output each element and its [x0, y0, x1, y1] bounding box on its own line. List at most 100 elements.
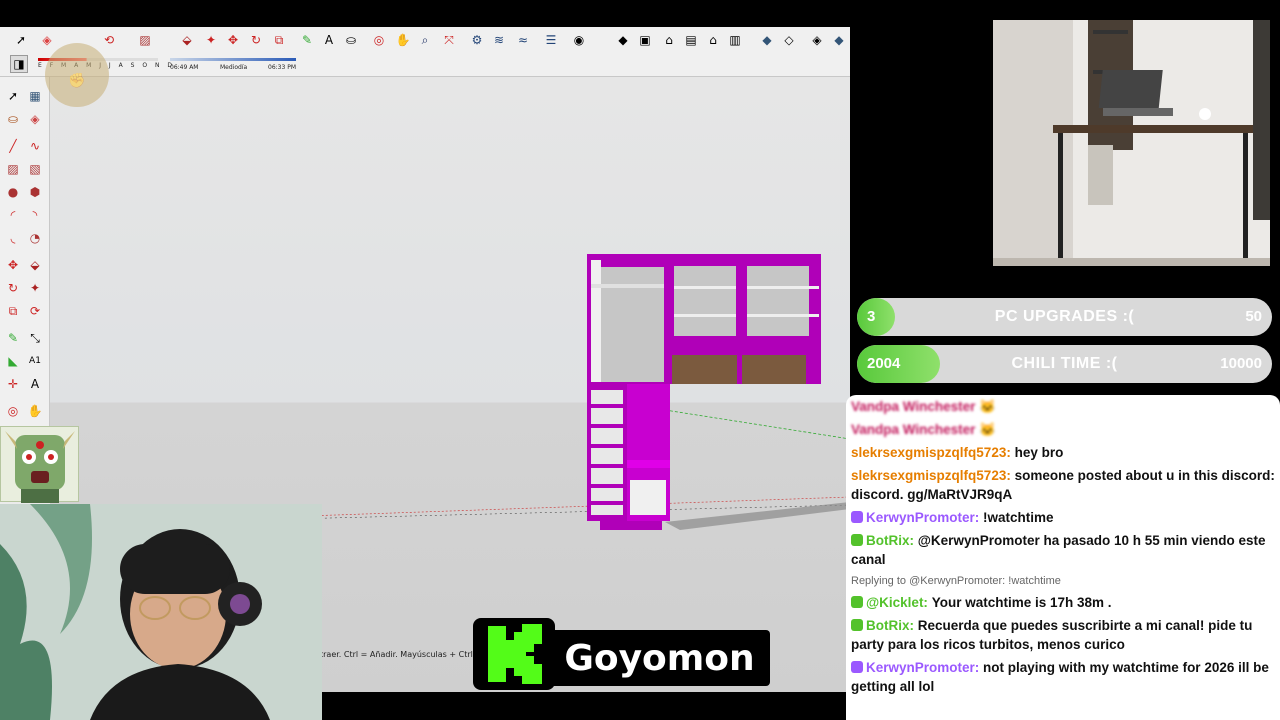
kick-logo-icon	[473, 618, 555, 690]
top-view-icon[interactable]: ▣	[636, 31, 654, 49]
right-shelves	[747, 266, 809, 336]
scale-side-icon[interactable]: ⧉	[4, 302, 22, 320]
shelf-line	[674, 314, 736, 317]
streamer-name: Goyomon	[564, 637, 755, 679]
left-view-icon[interactable]: ▥	[726, 31, 744, 49]
rotated-rect-icon[interactable]: ▧	[26, 160, 44, 178]
chat-username[interactable]: slekrsexgmispzqlfq5723:	[851, 445, 1011, 460]
front-view-icon[interactable]: ⌂	[660, 31, 678, 49]
polygon-icon[interactable]: ⬢	[26, 183, 44, 201]
text-icon[interactable]: A	[320, 31, 338, 49]
push-pull-icon[interactable]: ⬙	[178, 31, 196, 49]
back-view-icon[interactable]: ⌂	[704, 31, 722, 49]
mascot-avatar	[0, 426, 79, 503]
rotate-icon[interactable]: ↻	[247, 31, 265, 49]
chat-username[interactable]: BotRix:	[866, 533, 914, 548]
right-view-icon[interactable]: ▤	[682, 31, 700, 49]
pie-icon[interactable]: ◔	[26, 229, 44, 247]
chat-message: KerwynPromoter: !watchtime	[851, 508, 1275, 527]
left-toolbar: ➚ ▦ ⛀ ◈ ╱ ∿ ▨ ▧ ● ⬢ ◜ ◝ ◟ ◔ ✥ ⬙ ↻ ✦ ⧉ ⟳ …	[0, 77, 50, 452]
streamer-webcam	[0, 504, 322, 720]
model-shadow	[665, 502, 850, 530]
iso-view-icon[interactable]: ◆	[614, 31, 632, 49]
green-monster-icon	[5, 431, 75, 503]
arc3-icon[interactable]: ◟	[4, 229, 22, 247]
move-icon[interactable]: ✥	[224, 31, 242, 49]
paint-icon[interactable]: ⛀	[4, 110, 22, 128]
shaded-icon[interactable]: ◆	[830, 31, 848, 49]
follow-me-icon[interactable]: ✦	[202, 31, 220, 49]
pushpull-side-icon[interactable]: ⬙	[26, 256, 44, 274]
time-slider[interactable]	[170, 58, 296, 61]
chat-message: BotRix: @KerwynPromoter ha pasado 10 h 5…	[851, 531, 1275, 569]
shelf-line	[747, 314, 819, 317]
followme-side-icon[interactable]: ✦	[26, 279, 44, 297]
rectangle-icon[interactable]: ▨	[136, 31, 154, 49]
rect-icon[interactable]: ▨	[4, 160, 22, 178]
chat-username[interactable]: KerwynPromoter:	[866, 660, 979, 675]
components-icon[interactable]: ⚙	[468, 31, 486, 49]
team-logo: ✊	[45, 43, 109, 107]
rack-divider	[591, 444, 623, 448]
offset-icon[interactable]: ⟳	[26, 302, 44, 320]
rotate-side-icon[interactable]: ↻	[4, 279, 22, 297]
stream-screen: ➚ ◈ ⟲ ▨ ⬙ ✦ ✥ ↻ ⧉ ✎ A ⛀ ◎ ✋ ⌕ ⤧ ⚙ ≋ ≈ ☰ …	[0, 0, 1280, 720]
chat-username[interactable]: BotRix:	[866, 618, 914, 633]
chat-username[interactable]: @Kicklet:	[866, 595, 928, 610]
move-side-icon[interactable]: ✥	[4, 256, 22, 274]
pan-side-icon[interactable]: ✋	[26, 402, 44, 420]
materials-icon[interactable]: ≋	[490, 31, 508, 49]
text-side-icon[interactable]: A1	[26, 352, 44, 370]
select-icon[interactable]: ➚	[4, 87, 22, 105]
orbit-side-icon[interactable]: ◎	[4, 402, 22, 420]
wireframe-icon[interactable]: ◇	[780, 31, 798, 49]
user-badge-icon	[851, 619, 863, 631]
green-axis	[664, 409, 850, 440]
geo-location-icon[interactable]: ◉	[570, 31, 588, 49]
hidden-line-icon[interactable]: ◈	[808, 31, 826, 49]
circle-icon[interactable]: ●	[4, 183, 22, 201]
arc2-icon[interactable]: ◝	[26, 206, 44, 224]
freehand-icon[interactable]: ∿	[26, 137, 44, 155]
time-end-label: 06:33 PM	[268, 64, 296, 71]
shoe-rack-inner	[591, 390, 623, 515]
scale-icon[interactable]: ⧉	[270, 31, 288, 49]
zoom-extents-icon[interactable]: ⤧	[440, 31, 458, 49]
line-icon[interactable]: ╱	[4, 137, 22, 155]
chat-username[interactable]: slekrsexgmispzqlfq5723:	[851, 468, 1011, 483]
time-start-label: 06:49 AM	[170, 64, 199, 71]
layers-icon[interactable]: ☰	[542, 31, 560, 49]
rack-divider	[591, 404, 623, 408]
user-badge-icon	[851, 534, 863, 546]
xray-icon[interactable]: ◆	[758, 31, 776, 49]
select-tool-icon[interactable]: ➚	[12, 31, 30, 49]
tape-side-icon[interactable]: ✎	[4, 329, 22, 347]
zoom-icon[interactable]: ⌕	[416, 31, 434, 49]
kick-k-icon	[488, 624, 542, 684]
user-badge-icon	[851, 661, 863, 673]
dimension-icon[interactable]: ⤡	[26, 329, 44, 347]
chat-message: BotRix: Recuerda que puedes suscribirte …	[851, 616, 1275, 654]
orbit-icon[interactable]: ◎	[370, 31, 388, 49]
styles-icon[interactable]: ≈	[514, 31, 532, 49]
protractor-icon[interactable]: ◣	[4, 352, 22, 370]
streamer-name-box: Goyomon	[549, 630, 770, 686]
3d-text-icon[interactable]: A	[26, 375, 44, 393]
goal-target-value: 50	[1245, 308, 1262, 325]
chat-panel: Vandpa Winchester 🐱 Vandpa Winchester 🐱 …	[846, 395, 1280, 720]
axes-icon[interactable]: ✛	[4, 375, 22, 393]
pan-icon[interactable]: ✋	[394, 31, 412, 49]
kick-name-banner: Goyomon	[473, 618, 770, 690]
eraser-tool-icon[interactable]: ◨	[10, 55, 28, 73]
chat-username[interactable]: KerwynPromoter:	[866, 510, 979, 525]
goal-title: PC UPGRADES :(	[994, 308, 1135, 325]
time-mid-label: Mediodía	[220, 64, 248, 71]
rack-divider	[591, 501, 623, 505]
mid-shelves	[674, 266, 736, 336]
shelf-line	[747, 286, 819, 289]
chat-message: @Kicklet: Your watchtime is 17h 38m .	[851, 593, 1275, 612]
arc-side-icon[interactable]: ◜	[4, 206, 22, 224]
paint-bucket-icon[interactable]: ⛀	[342, 31, 360, 49]
goal-trackers: 3 PC UPGRADES :( 50 2004 CHILI TIME :( 1…	[857, 298, 1272, 392]
tape-measure-icon[interactable]: ✎	[298, 31, 316, 49]
